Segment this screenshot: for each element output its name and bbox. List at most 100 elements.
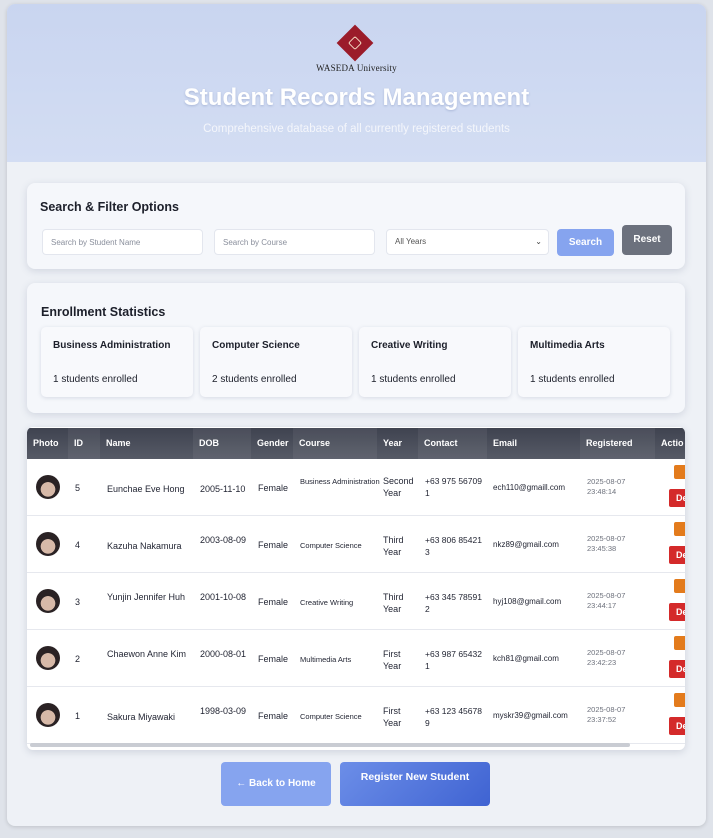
column-header-course: Course: [293, 428, 377, 459]
student-gender: Female: [258, 597, 289, 607]
search-filter-title: Search & Filter Options: [40, 200, 179, 214]
student-photo: [36, 475, 60, 499]
student-photo: [36, 532, 60, 556]
student-gender: Female: [258, 711, 289, 721]
student-gender: Female: [258, 540, 289, 550]
column-header-id: ID: [68, 428, 100, 459]
student-email: kch81@gmail.com: [493, 654, 559, 663]
stat-course-name: Computer Science: [212, 340, 300, 351]
student-photo: [36, 646, 60, 670]
reset-button[interactable]: Reset: [622, 225, 672, 255]
enrollment-statistics-panel: Enrollment Statistics Business Administr…: [27, 283, 685, 413]
student-name: Chaewon Anne Kim: [107, 649, 187, 659]
table-row: 1 Sakura Miyawaki 1998-03-09 Female Comp…: [27, 687, 685, 744]
chevron-down-icon: ⌄: [535, 237, 542, 246]
stat-course-name: Creative Writing: [371, 340, 448, 351]
student-course: Multimedia Arts: [300, 655, 352, 664]
column-header-contact: Contact: [418, 428, 487, 459]
delete-button[interactable]: De: [669, 489, 685, 507]
student-dob: 2000-08-01: [200, 649, 247, 659]
student-registered: 2025-08-07 23:42:23: [587, 648, 626, 667]
table-header: Photo ID Name DOB Gender Course Year Con…: [27, 428, 685, 459]
enrollment-statistics-title: Enrollment Statistics: [41, 305, 166, 319]
back-to-home-button[interactable]: ← Back to Home: [221, 762, 331, 806]
stat-enrolled-count: 1 students enrolled: [53, 374, 138, 385]
search-filter-panel: Search & Filter Options All Years ⌄ Sear…: [27, 183, 685, 269]
stat-course-name: Multimedia Arts: [530, 340, 605, 351]
table-row: 5 Eunchae Eve Hong 2005-11-10 Female Bus…: [27, 459, 685, 516]
edit-button[interactable]: [674, 693, 685, 707]
logo-text: WASEDA University: [316, 63, 397, 73]
delete-button[interactable]: De: [669, 603, 685, 621]
stat-course-name: Business Administration: [53, 340, 171, 351]
student-year: Second Year: [383, 476, 414, 498]
student-registered: 2025-08-07 23:44:17: [587, 591, 626, 610]
student-dob: 2003-08-09: [200, 535, 247, 545]
edit-button[interactable]: [674, 465, 685, 479]
student-gender: Female: [258, 654, 289, 664]
column-header-year: Year: [383, 438, 403, 448]
column-header-registered: Registered: [580, 428, 655, 459]
student-year: First Year: [383, 649, 402, 671]
year-filter-select[interactable]: All Years ⌄: [386, 229, 549, 255]
student-name: Eunchae Eve Hong: [107, 484, 185, 494]
student-email: nkz89@gmail.com: [493, 540, 559, 549]
students-table: Photo ID Name DOB Gender Course Year Con…: [27, 427, 685, 750]
student-course: Business Administration: [300, 477, 380, 486]
student-email: ech110@gmaill.com: [493, 483, 566, 492]
page-header: WASEDA University Student Records Manage…: [7, 4, 706, 162]
student-id: 3: [75, 597, 81, 607]
student-email: myskr39@gmail.com: [493, 711, 568, 720]
column-header-actions: Actio: [661, 438, 684, 448]
page-title: Student Records Management: [183, 84, 530, 111]
student-photo: [36, 703, 60, 727]
student-dob: 2001-10-08: [200, 592, 247, 602]
column-header-photo: Photo: [33, 438, 59, 448]
search-button[interactable]: Search: [557, 229, 614, 256]
edit-button[interactable]: [674, 522, 685, 536]
university-logo-icon: [336, 24, 374, 62]
register-new-student-button[interactable]: Register New Student: [340, 762, 490, 806]
course-search-input[interactable]: [214, 229, 375, 255]
student-contact: +63 975 567091: [425, 476, 482, 498]
student-dob: 1998-03-09: [200, 706, 247, 716]
student-course: Creative Writing: [300, 598, 354, 607]
student-name: Yunjin Jennifer Huh: [107, 592, 186, 602]
delete-button[interactable]: De: [669, 717, 685, 735]
edit-button[interactable]: [674, 636, 685, 650]
year-filter-value: All Years: [395, 237, 427, 246]
table-row: 2 Chaewon Anne Kim 2000-08-01 Female Mul…: [27, 630, 685, 687]
student-id: 4: [75, 540, 81, 550]
student-id: 1: [75, 711, 81, 721]
student-year: First Year: [383, 706, 402, 728]
student-name-search-input[interactable]: [42, 229, 203, 255]
page-subtitle: Comprehensive database of all currently …: [203, 123, 510, 135]
student-registered: 2025-08-07 23:48:14: [587, 477, 626, 496]
stat-card-multimedia-arts: Multimedia Arts 1 students enrolled: [518, 327, 670, 397]
student-photo: [36, 589, 60, 613]
delete-button[interactable]: De: [669, 660, 685, 678]
student-gender: Female: [258, 483, 289, 493]
student-contact: +63 987 654321: [425, 649, 482, 671]
student-dob: 2005-11-10: [200, 484, 246, 494]
column-header-email: Email: [493, 438, 518, 448]
stat-card-creative-writing: Creative Writing 1 students enrolled: [359, 327, 511, 397]
stat-enrolled-count: 2 students enrolled: [212, 374, 297, 385]
student-id: 5: [75, 483, 81, 493]
student-id: 2: [75, 654, 81, 664]
stat-enrolled-count: 1 students enrolled: [371, 374, 456, 385]
student-year: Third Year: [383, 592, 404, 614]
student-contact: +63 345 785912: [425, 592, 482, 614]
edit-button[interactable]: [674, 579, 685, 593]
student-registered: 2025-08-07 23:45:38: [587, 534, 626, 553]
stat-card-computer-science: Computer Science 2 students enrolled: [200, 327, 352, 397]
delete-button[interactable]: De: [669, 546, 685, 564]
stat-card-business-administration: Business Administration 1 students enrol…: [41, 327, 193, 397]
student-name: Kazuha Nakamura: [107, 541, 182, 551]
stat-enrolled-count: 1 students enrolled: [530, 374, 615, 385]
app-frame: WASEDA University Student Records Manage…: [7, 4, 706, 826]
student-registered: 2025-08-07 23:37:52: [587, 705, 626, 724]
horizontal-scrollbar[interactable]: [30, 743, 630, 747]
student-contact: +63 806 854213: [425, 535, 482, 557]
table-row: 4 Kazuha Nakamura 2003-08-09 Female Comp…: [27, 516, 685, 573]
